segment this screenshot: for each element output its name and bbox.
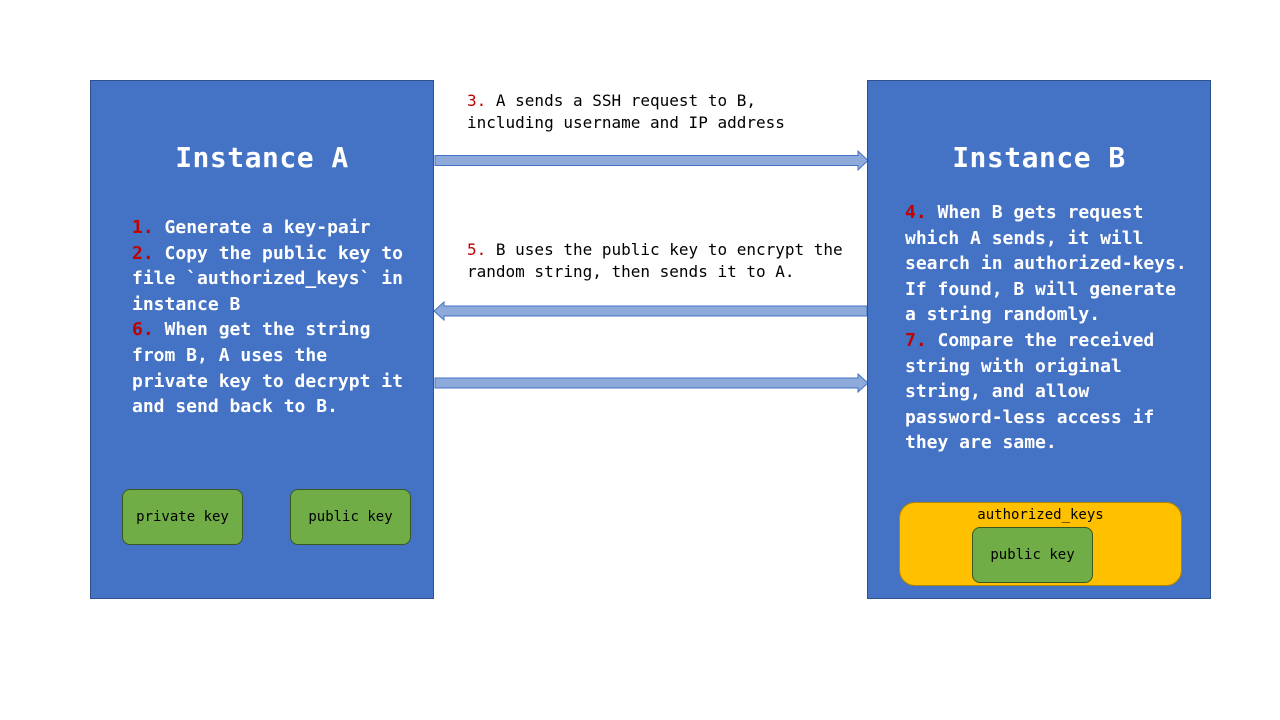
- step-number: 5.: [467, 240, 487, 259]
- step-text: Compare the received string with origina…: [905, 329, 1166, 454]
- public-key-badge: public key: [290, 489, 411, 545]
- instance-b-title: Instance B: [952, 141, 1126, 174]
- message-request: 3. A sends a SSH request to B, including…: [467, 90, 847, 134]
- arrow-decrypted-a-to-b: [434, 372, 869, 394]
- step-number: 6.: [132, 319, 154, 341]
- message-text: B uses the public key to encrypt the ran…: [467, 240, 853, 281]
- step-text: When get the string from B, A uses the p…: [132, 319, 414, 418]
- instance-b-steps: 4. When B gets request which A sends, it…: [905, 200, 1195, 456]
- step-text: Generate a key-pair: [164, 217, 371, 238]
- instance-a-box: Instance A 1. Generate a key-pair 2. Cop…: [90, 80, 434, 599]
- authorized-keys-container: authorized_keys public key: [899, 502, 1182, 586]
- message-encrypt: 5. B uses the public key to encrypt the …: [467, 239, 847, 283]
- step-text: When B gets request which A sends, it wi…: [905, 202, 1187, 326]
- arrow-request-a-to-b: [434, 149, 869, 172]
- step-number: 7.: [905, 329, 927, 351]
- step-number: 1.: [132, 217, 154, 238]
- step-number: 3.: [467, 91, 487, 110]
- message-text: A sends a SSH request to B, including us…: [467, 91, 785, 132]
- authorized-keys-label: authorized_keys: [977, 507, 1104, 523]
- instance-b-box: Instance B 4. When B gets request which …: [867, 80, 1211, 599]
- instance-a-steps: 1. Generate a key-pair 2. Copy the publi…: [132, 215, 412, 420]
- public-key-badge: public key: [972, 527, 1093, 583]
- arrow-encrypted-b-to-a: [433, 300, 868, 322]
- private-key-badge: private key: [122, 489, 243, 545]
- instance-a-title: Instance A: [175, 141, 349, 174]
- step-number: 4.: [905, 202, 927, 223]
- step-text: Copy the public key to file `authorized_…: [132, 242, 403, 315]
- step-number: 2.: [132, 242, 154, 264]
